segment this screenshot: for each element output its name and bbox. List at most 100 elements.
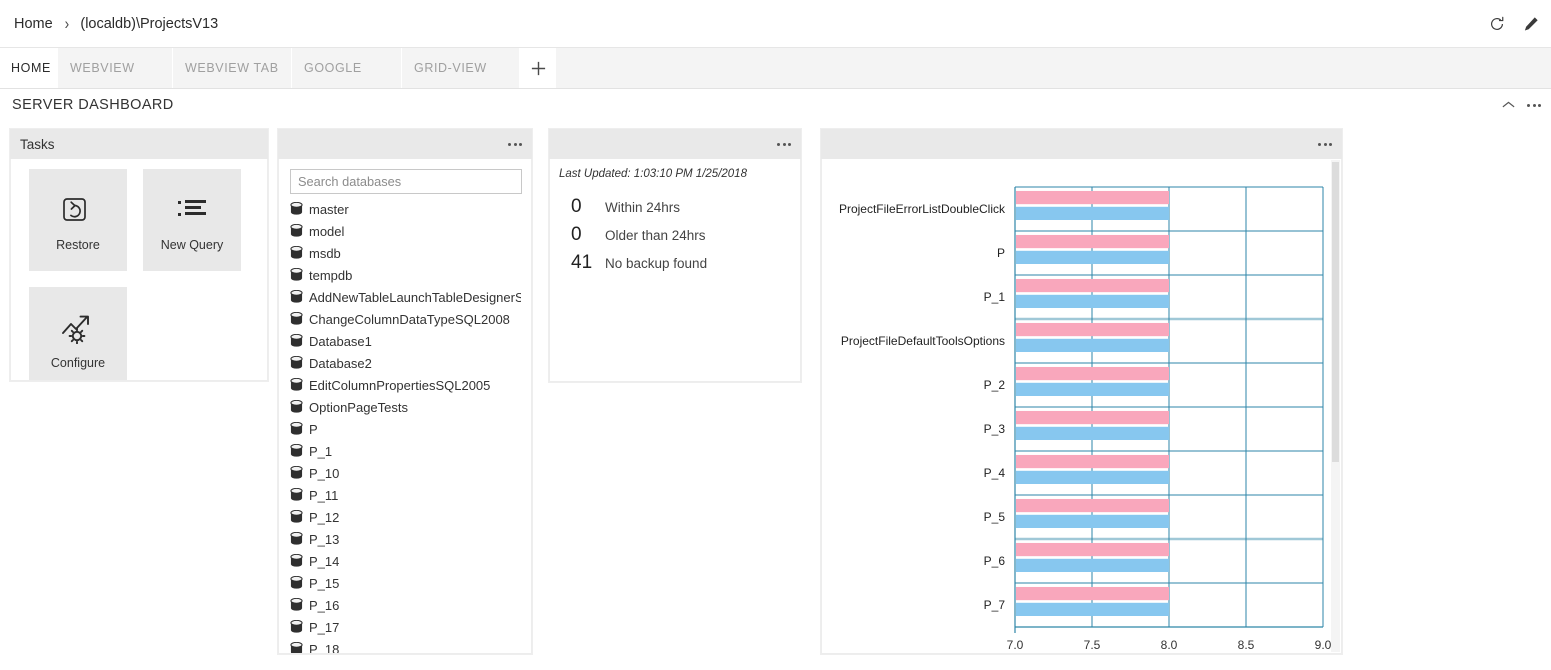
chart-bar-pink (1016, 278, 1169, 293)
database-name: P_14 (309, 553, 340, 569)
breadcrumb-actions (1487, 0, 1541, 48)
database-list-item[interactable]: AddNewTableLaunchTableDesignerS (290, 286, 521, 308)
chart-panel: ProjectFileErrorListDoubleClick P P_1 Proje… (820, 128, 1343, 655)
database-list-item[interactable]: master (290, 198, 521, 220)
database-name: P_10 (309, 465, 340, 481)
database-list-item[interactable]: P_13 (290, 528, 521, 550)
database-name: P (309, 421, 318, 437)
tasks-panel-body: Restore New Query Configure (10, 159, 268, 381)
databases-panel-header (278, 129, 532, 159)
database-name: P_13 (309, 531, 340, 547)
chart-category-label: ProjectFileDefaultToolsOptions (841, 334, 1005, 348)
database-icon (290, 290, 303, 303)
database-list-item[interactable]: msdb (290, 242, 521, 264)
chart-more-icon[interactable] (1318, 142, 1332, 146)
database-icon (290, 312, 303, 325)
database-list-item[interactable]: OptionPageTests (290, 396, 521, 418)
dashboard-more-icon[interactable] (1527, 103, 1541, 107)
database-icon (290, 642, 303, 653)
database-name: master (309, 201, 349, 217)
breadcrumb-home[interactable]: Home (12, 16, 55, 32)
database-list-item[interactable]: Database1 (290, 330, 521, 352)
chart-bar-blue (1016, 602, 1169, 616)
database-list-item[interactable]: Database2 (290, 352, 521, 374)
breadcrumb-bar: Home › (localdb)\ProjectsV13 (0, 0, 1551, 48)
tab-webview[interactable]: WEBVIEW (58, 48, 173, 88)
database-name: EditColumnPropertiesSQL2005 (309, 377, 491, 393)
configure-tile[interactable]: Configure (29, 287, 127, 380)
backup-count-no-backup-found: 41 (571, 252, 593, 273)
chart-bar-pink (1016, 322, 1169, 337)
database-icon (290, 510, 303, 523)
chart-bar-pink (1016, 190, 1169, 205)
databases-more-icon[interactable] (508, 142, 522, 146)
database-list-item[interactable]: P_12 (290, 506, 521, 528)
restore-tile[interactable]: Restore (29, 169, 127, 271)
database-name: P_18 (309, 641, 340, 654)
tasks-panel-title: Tasks (20, 136, 55, 152)
database-icon (290, 202, 303, 215)
chart-vertical-scrollbar[interactable] (1331, 160, 1340, 652)
chart-bar-pink (1016, 454, 1169, 469)
database-list-item[interactable]: P_16 (290, 594, 521, 616)
pencil-icon[interactable] (1521, 14, 1541, 34)
database-list-item[interactable]: P_10 (290, 462, 521, 484)
page-title: SERVER DASHBOARD (12, 97, 174, 113)
chart-category-label: P_6 (984, 554, 1006, 568)
database-icon (290, 422, 303, 435)
new-query-icon (175, 188, 209, 232)
database-icon (290, 334, 303, 347)
chart-bar-pink (1016, 410, 1169, 425)
database-list-item[interactable]: P_15 (290, 572, 521, 594)
database-name: Database2 (309, 355, 372, 371)
database-name: Database1 (309, 333, 372, 349)
chart-category-label: P_7 (984, 598, 1006, 612)
database-list-item[interactable]: EditColumnPropertiesSQL2005 (290, 374, 521, 396)
tab-google[interactable]: GOOGLE (292, 48, 402, 88)
backup-label-within-24hrs: Within 24hrs (605, 200, 681, 215)
database-icon (290, 444, 303, 457)
chart-bar-blue (1016, 514, 1169, 528)
chart-bar-blue (1016, 338, 1169, 352)
database-list-item[interactable]: tempdb (290, 264, 521, 286)
dashboard-actions (1501, 89, 1541, 121)
database-name: P_17 (309, 619, 340, 635)
database-list-item[interactable]: P_1 (290, 440, 521, 462)
database-icon (290, 532, 303, 545)
backup-row-within-24hrs: 0 Within 24hrs (571, 196, 800, 218)
database-list-item[interactable]: P_14 (290, 550, 521, 572)
chevron-up-icon[interactable] (1501, 100, 1516, 110)
add-tab-button[interactable] (520, 48, 556, 88)
backup-label-no-backup-found: No backup found (605, 256, 708, 271)
database-list-item[interactable]: model (290, 220, 521, 242)
new-query-tile[interactable]: New Query (143, 169, 241, 271)
chart-bar-pink (1016, 542, 1169, 557)
database-list-item[interactable]: P_18 (290, 638, 521, 654)
tab-grid-view[interactable]: GRID-VIEW (402, 48, 520, 88)
database-icon (290, 246, 303, 259)
breadcrumb-current[interactable]: (localdb)\ProjectsV13 (78, 16, 220, 32)
database-list-item[interactable]: P_17 (290, 616, 521, 638)
refresh-icon[interactable] (1487, 14, 1507, 34)
database-list-item[interactable]: P (290, 418, 521, 440)
tasks-panel-header: Tasks (10, 129, 268, 159)
configure-icon (60, 306, 96, 350)
backup-panel-body: Last Updated: 1:03:10 PM 1/25/2018 0 Wit… (549, 159, 801, 382)
database-list[interactable]: master model msdb tempdb AddNewTableLaunchTa… (290, 198, 521, 654)
tab-home[interactable]: HOME (0, 48, 58, 88)
database-list-item[interactable]: ChangeColumnDataTypeSQL2008 (290, 308, 521, 330)
database-icon (290, 598, 303, 611)
chart-panel-header (821, 129, 1342, 159)
database-list-item[interactable]: P_11 (290, 484, 521, 506)
backup-more-icon[interactable] (777, 142, 791, 146)
tab-webview-tab[interactable]: WEBVIEW TAB (173, 48, 292, 88)
database-icon (290, 576, 303, 589)
chart-bar-blue (1016, 558, 1169, 572)
database-name: ChangeColumnDataTypeSQL2008 (309, 311, 510, 327)
chart-panel-body: ProjectFileErrorListDoubleClick P P_1 Proje… (821, 159, 1342, 654)
database-icon (290, 224, 303, 237)
chart-bar-pink (1016, 234, 1169, 249)
database-icon (290, 378, 303, 391)
backup-panel-header (549, 129, 801, 159)
search-databases-input[interactable] (290, 169, 522, 194)
